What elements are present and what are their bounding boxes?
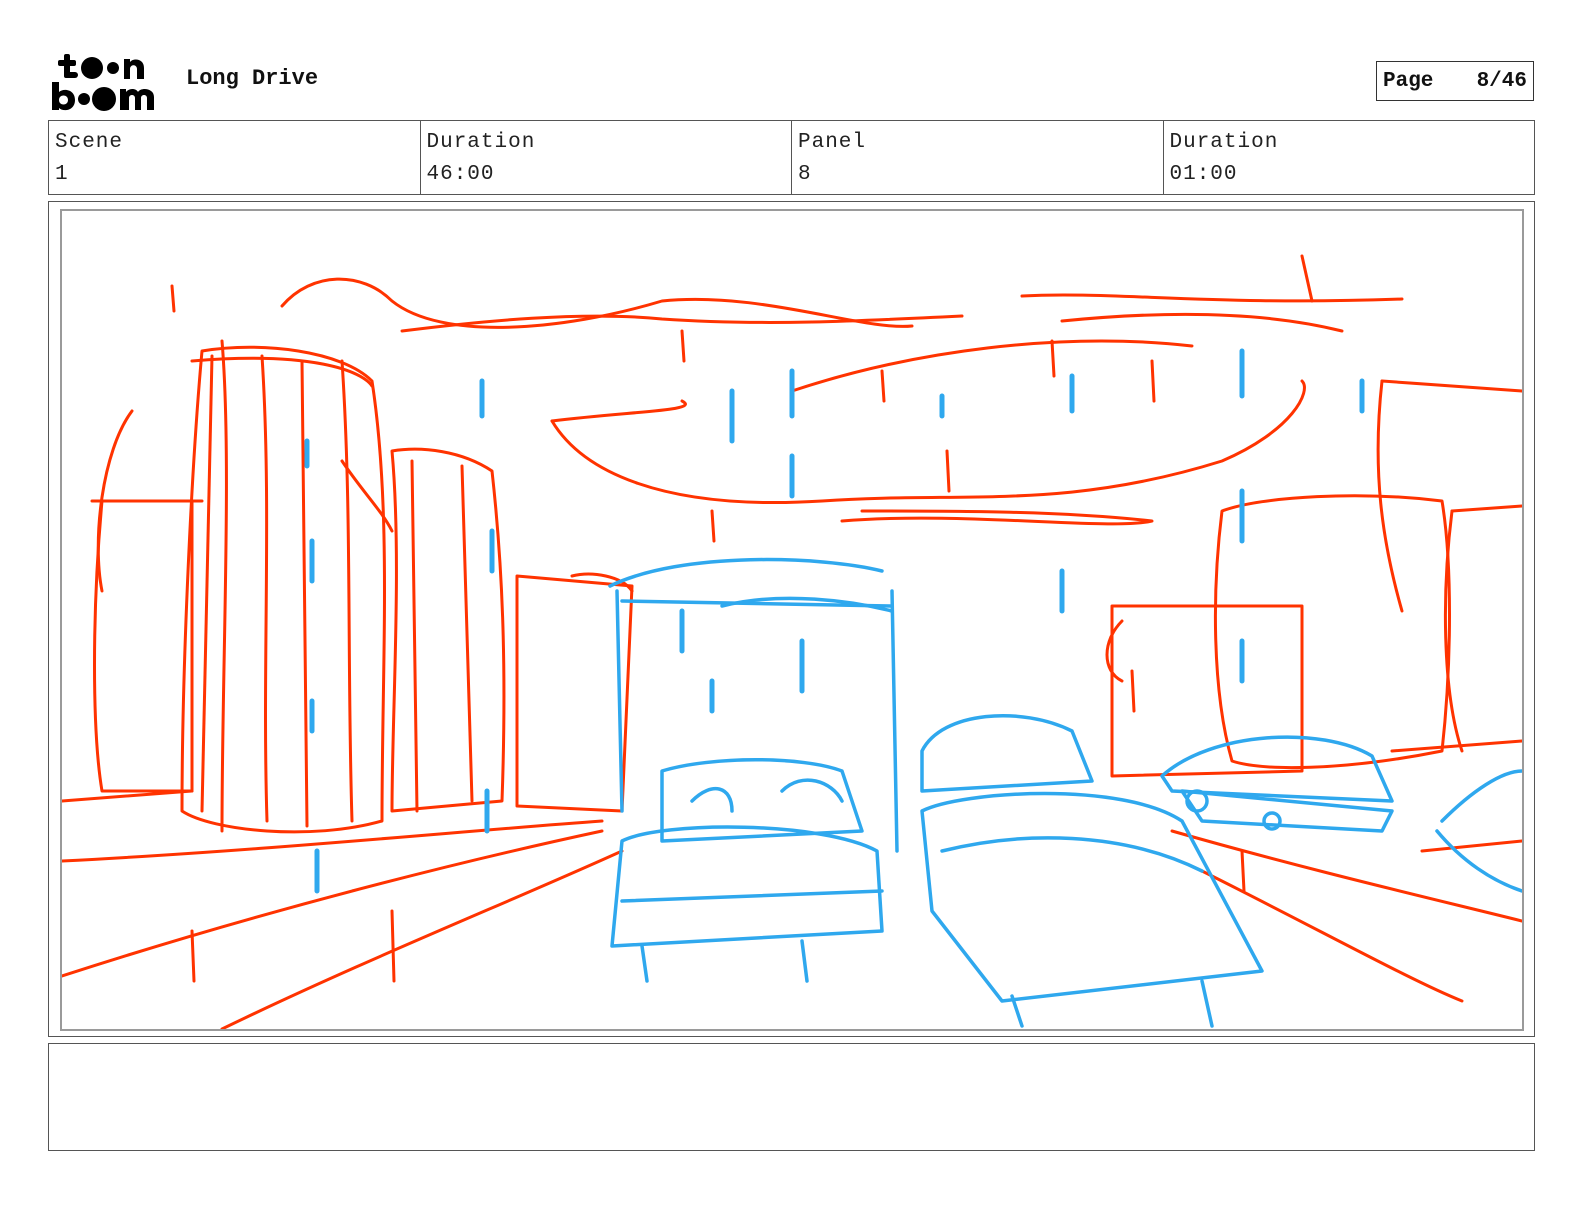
panel-label: Panel	[798, 131, 867, 154]
toon-boom-logo	[52, 50, 164, 112]
scene-duration-value: 46:00	[426, 163, 495, 186]
panel-notes-box[interactable]	[48, 1043, 1535, 1151]
scene-duration-label: Duration	[426, 131, 536, 154]
page-indicator: Page 8/46	[1376, 61, 1534, 101]
panel-duration-cell: Duration 01:00	[1164, 121, 1535, 194]
panel-duration-value: 01:00	[1169, 163, 1238, 186]
panel-cell: Panel 8	[792, 121, 1164, 194]
project-title: Long Drive	[186, 66, 319, 91]
panel-duration-label: Duration	[1169, 131, 1279, 154]
scene-info-table: Scene 1 Duration 46:00 Panel 8 Duration …	[48, 120, 1535, 195]
sketch-drawing	[62, 254, 1522, 1029]
foreground-sketch	[304, 348, 1522, 1028]
scene-cell: Scene 1	[49, 121, 421, 194]
scene-duration-cell: Duration 46:00	[421, 121, 792, 194]
storyboard-panel-image[interactable]	[60, 209, 1524, 1031]
panel-value: 8	[798, 163, 812, 186]
page-label: Page	[1383, 69, 1434, 93]
page-number: 8/46	[1476, 69, 1527, 93]
scene-label: Scene	[55, 131, 124, 154]
scene-value: 1	[55, 163, 69, 186]
